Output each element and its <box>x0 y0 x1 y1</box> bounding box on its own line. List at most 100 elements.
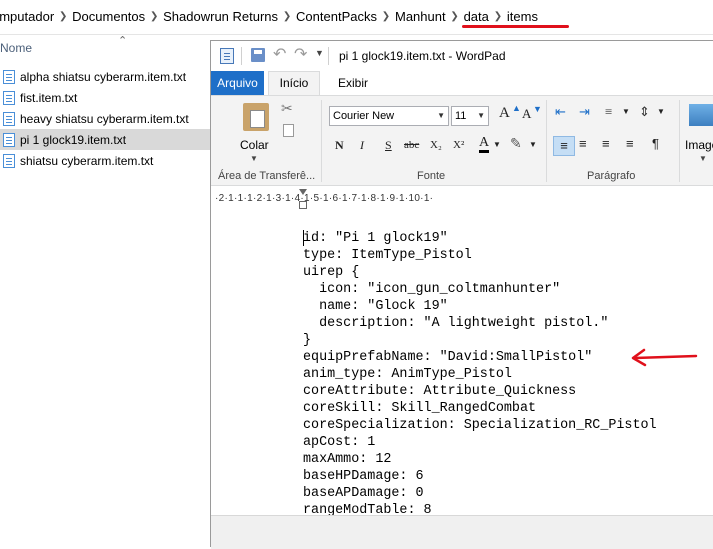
file-list: alpha shiatsu cyberarm.item.txt fist.ite… <box>0 66 210 171</box>
document-line[interactable]: rangeModTable: 8 <box>303 503 432 515</box>
ribbon: Colar ▼ ✂ Área de Transferê... Courier N… <box>211 95 713 186</box>
tab-view[interactable]: Exibir <box>338 71 368 95</box>
sort-up-icon: ⌃ <box>118 35 128 47</box>
paragraph-settings-icon[interactable]: ¶ <box>652 136 659 151</box>
document-line[interactable]: maxAmmo: 12 <box>303 452 391 467</box>
document-line[interactable]: uirep { <box>303 265 359 280</box>
chevron-down-icon[interactable]: ▼ <box>657 107 665 116</box>
tab-home[interactable]: Início <box>268 71 320 95</box>
italic-button[interactable]: I <box>360 138 364 153</box>
bold-button[interactable]: N <box>335 138 344 153</box>
file-row[interactable]: alpha shiatsu cyberarm.item.txt <box>0 66 210 87</box>
image-icon[interactable] <box>689 104 713 126</box>
breadcrumb-item-manhunt[interactable]: Manhunt <box>395 9 446 24</box>
chevron-down-icon[interactable]: ▼ <box>493 140 501 149</box>
font-family-value: Courier New <box>333 110 395 122</box>
file-row[interactable]: heavy shiatsu cyberarm.item.txt <box>0 108 210 129</box>
file-name: heavy shiatsu cyberarm.item.txt <box>20 111 189 126</box>
text-file-icon <box>3 132 15 147</box>
chevron-down-icon[interactable]: ▼ <box>699 154 707 163</box>
bullet-list-icon[interactable]: ≡ <box>605 104 612 120</box>
text-file-icon <box>3 90 15 105</box>
text-file-icon <box>3 153 15 168</box>
document-line[interactable]: name: "Glock 19" <box>303 299 448 314</box>
underline-button[interactable]: S <box>385 138 392 153</box>
customize-toolbar-icon[interactable]: ▼ <box>315 48 324 58</box>
align-center-icon[interactable]: ≡ <box>579 136 587 151</box>
document-text[interactable]: id: "Pi 1 glock19" type: ItemType_Pistol… <box>303 230 657 515</box>
document-line[interactable]: } <box>303 333 311 348</box>
font-size-value: 11 <box>455 110 467 122</box>
document-line[interactable]: baseHPDamage: 6 <box>303 469 424 484</box>
increase-indent-icon[interactable]: ⇥ <box>579 104 590 120</box>
divider <box>321 100 322 182</box>
paste-button[interactable]: Colar <box>240 138 269 152</box>
document-line[interactable]: anim_type: AnimType_Pistol <box>303 367 512 382</box>
highlighter-icon[interactable]: ✎ <box>510 136 522 153</box>
shrink-font-button[interactable]: A <box>522 106 531 122</box>
indent-marker-icon[interactable] <box>299 189 307 211</box>
chevron-down-icon: ▼ <box>477 111 485 120</box>
document-line[interactable]: coreAttribute: Attribute_Quickness <box>303 384 576 399</box>
file-name: pi 1 glock19.item.txt <box>20 132 127 147</box>
ribbon-tabs: Arquivo Início Exibir <box>211 71 713 95</box>
strikethrough-button[interactable]: abc <box>404 139 419 151</box>
file-row-selected[interactable]: pi 1 glock19.item.txt <box>0 129 210 150</box>
align-left-icon[interactable]: ≡ <box>553 136 575 156</box>
decrease-indent-icon[interactable]: ⇤ <box>555 104 566 120</box>
copy-icon[interactable] <box>283 124 294 137</box>
column-header-name[interactable]: Nome ⌃ <box>0 35 210 60</box>
superscript-button[interactable]: X² <box>453 139 464 151</box>
font-family-select[interactable]: Courier New ▼ <box>329 106 449 126</box>
justify-icon[interactable]: ≡ <box>626 136 634 151</box>
font-size-select[interactable]: 11 ▼ <box>451 106 489 126</box>
breadcrumb-item-items[interactable]: items <box>507 9 538 24</box>
breadcrumb-item-documentos[interactable]: Documentos <box>72 9 145 24</box>
wordpad-app-icon[interactable] <box>220 48 234 64</box>
grow-font-button[interactable]: A <box>499 105 510 122</box>
grow-arrow-icon: ▲ <box>512 103 521 113</box>
chevron-right-icon: ❯ <box>149 11 159 22</box>
tab-file[interactable]: Arquivo <box>211 71 264 95</box>
breadcrumb-item-contentpacks[interactable]: ContentPacks <box>296 9 377 24</box>
chevron-down-icon[interactable]: ▼ <box>250 154 258 163</box>
breadcrumb-item-shadowrun[interactable]: Shadowrun Returns <box>163 9 278 24</box>
chevron-down-icon[interactable]: ▼ <box>622 107 630 116</box>
document-line[interactable]: equipPrefabName: "David:SmallPistol" <box>303 350 592 365</box>
title-bar[interactable]: ↶ ↷ ▼ pi 1 glock19.item.txt - WordPad <box>211 41 713 71</box>
undo-icon[interactable]: ↶ <box>273 44 286 64</box>
file-name: alpha shiatsu cyberarm.item.txt <box>20 69 187 84</box>
cut-icon[interactable]: ✂ <box>281 100 293 117</box>
file-row[interactable]: fist.item.txt <box>0 87 210 108</box>
breadcrumb-item-computador[interactable]: omputador <box>0 9 54 24</box>
document-line[interactable]: icon: "icon_gun_coltmanhunter" <box>303 282 560 297</box>
column-header-label: Nome <box>0 41 33 55</box>
file-name: shiatsu cyberarm.item.txt <box>20 153 154 168</box>
document-line[interactable]: description: "A lightweight pistol." <box>303 316 608 331</box>
address-bar[interactable]: omputador ❯ Documentos ❯ Shadowrun Retur… <box>0 0 713 35</box>
document-line[interactable]: baseAPDamage: 0 <box>303 486 424 501</box>
file-row[interactable]: shiatsu cyberarm.item.txt <box>0 150 210 171</box>
chevron-right-icon: ❯ <box>58 11 68 22</box>
document-line[interactable]: id: "Pi 1 glock19" <box>303 231 448 246</box>
save-icon[interactable] <box>251 48 265 62</box>
font-group-label: Fonte <box>417 170 446 182</box>
chevron-down-icon: ▼ <box>437 111 445 120</box>
subscript-button[interactable]: X₂ <box>430 139 442 151</box>
align-right-icon[interactable]: ≡ <box>602 136 610 151</box>
font-color-button[interactable]: A <box>479 136 490 153</box>
breadcrumb-item-data[interactable]: data <box>464 9 489 24</box>
document-line[interactable]: coreSpecialization: Specialization_RC_Pi… <box>303 418 657 433</box>
image-button[interactable]: Image <box>685 138 713 152</box>
divider <box>546 100 547 182</box>
paste-icon[interactable] <box>243 103 269 131</box>
line-spacing-icon[interactable]: ⇕ <box>639 104 650 120</box>
document-line[interactable]: coreSkill: Skill_RangedCombat <box>303 401 536 416</box>
chevron-down-icon[interactable]: ▼ <box>529 140 537 149</box>
text-file-icon <box>3 111 15 126</box>
document-line[interactable]: type: ItemType_Pistol <box>303 248 472 263</box>
chevron-right-icon: ❯ <box>381 11 391 22</box>
ruler[interactable]: ·2·1·1·1·2·1·3·1·4·1·5·1·6·1·7·1·8·1·9·1… <box>211 187 713 214</box>
document-line[interactable]: apCost: 1 <box>303 435 375 450</box>
redo-icon[interactable]: ↷ <box>294 44 307 64</box>
